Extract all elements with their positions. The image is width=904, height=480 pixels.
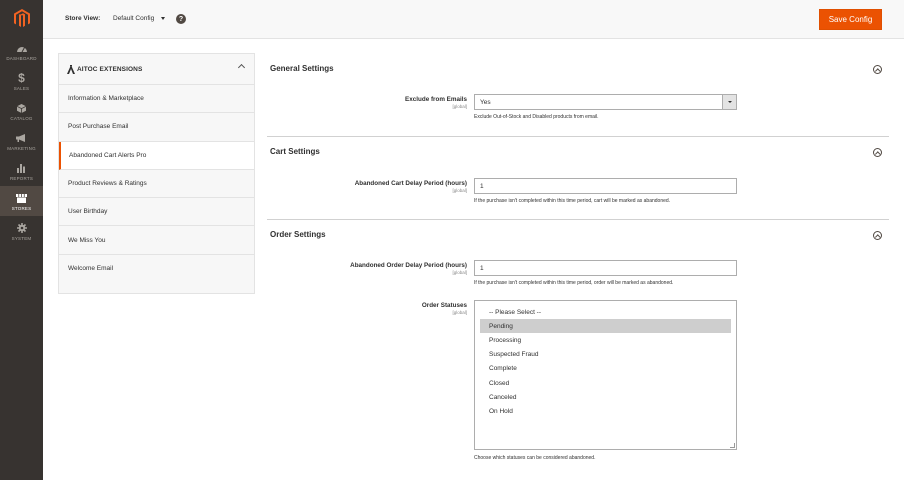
nav-item-stores[interactable]: STORES [0,186,43,216]
nav-label: MARKETING [7,145,36,151]
scope-label: [global] [452,270,467,275]
tab-information-marketplace[interactable]: Information & Marketplace [59,85,254,114]
store-view-switcher[interactable]: Default Config [113,15,166,22]
nav-item-sales[interactable]: $ SALES [0,66,43,96]
nav-label: REPORTS [9,175,34,181]
order-statuses-multiselect[interactable]: -- Please Select -- Pending Processing S… [474,300,737,450]
option-pending[interactable]: Pending [480,319,731,334]
section-title-cart[interactable]: Cart Settings [270,147,320,156]
tabs-group-header[interactable]: AITOC EXTENSIONS [59,54,254,85]
tab-product-reviews-ratings[interactable]: Product Reviews & Ratings [59,170,254,199]
group-title-text: AITOC EXTENSIONS [77,65,143,73]
exclude-from-emails-value: Yes [480,98,491,106]
nav-label: STORES [11,205,32,211]
chevron-down-icon [161,17,166,20]
exclude-from-emails-label: Exclude from Emails [405,96,467,103]
nav-item-dashboard[interactable]: DASHBOARD [0,36,43,66]
gear-icon [16,222,27,235]
order-delay-label: Abandoned Order Delay Period (hours) [350,262,467,269]
tab-post-purchase-email[interactable]: Post Purchase Email [59,113,254,142]
order-delay-note: If the purchase isn't completed within t… [474,280,674,286]
option-on-hold[interactable]: On Hold [480,404,731,418]
dashboard-icon [16,42,27,55]
scope-label: [global] [452,104,467,109]
section-divider [267,219,889,220]
option-processing[interactable]: Processing [480,333,731,347]
collapse-cart-icon[interactable] [873,148,882,157]
nav-label: SYSTEM [11,235,32,241]
nav-item-catalog[interactable]: CATALOG [0,96,43,126]
section-title-general[interactable]: General Settings [270,64,334,73]
store-icon [16,192,27,205]
store-view-label: Store View: [65,15,101,22]
help-icon[interactable]: ? [176,14,186,24]
tab-we-miss-you[interactable]: We Miss You [59,226,254,255]
select-arrow-icon [722,95,736,109]
bar-chart-icon [16,162,27,175]
chevron-up-icon[interactable] [237,63,246,72]
order-statuses-label: Order Statuses [421,302,467,309]
config-tabs: AITOC EXTENSIONS Information & Marketpla… [58,53,255,294]
option-closed[interactable]: Closed [480,376,731,390]
nav-item-reports[interactable]: REPORTS [0,156,43,186]
cart-delay-note: If the purchase isn't completed within t… [474,198,671,204]
group-title: AITOC EXTENSIONS [67,64,143,74]
tab-abandoned-cart-alerts-pro[interactable]: Abandoned Cart Alerts Pro [59,141,254,170]
option-canceled[interactable]: Canceled [480,390,731,404]
admin-nav: DASHBOARD $ SALES CATALOG MARKETING REPO… [0,0,43,480]
scope-label: [global] [452,310,467,315]
section-title-order[interactable]: Order Settings [270,230,326,239]
order-delay-input[interactable]: 1 [474,260,737,276]
order-statuses-note: Choose which statuses can be considered … [474,455,596,461]
save-config-button[interactable]: Save Config [819,9,882,30]
cart-delay-input[interactable]: 1 [474,178,737,194]
option-complete[interactable]: Complete [480,362,731,376]
cube-icon [17,102,26,115]
page-header: Store View: Default Config ? Save Config [43,0,904,39]
nav-label: CATALOG [10,115,33,121]
cart-delay-label: Abandoned Cart Delay Period (hours) [354,180,467,187]
scope-label: [global] [452,188,467,193]
nav-item-marketing[interactable]: MARKETING [0,126,43,156]
option-please-select[interactable]: -- Please Select -- [480,305,731,319]
nav-item-system[interactable]: SYSTEM [0,216,43,246]
option-suspected-fraud[interactable]: Suspected Fraud [480,348,731,362]
magento-logo-icon[interactable] [0,0,43,36]
resize-handle-icon[interactable] [730,443,735,448]
nav-label: DASHBOARD [6,55,37,61]
aitoc-logo-icon [67,64,75,74]
tab-welcome-email[interactable]: Welcome Email [59,255,254,283]
exclude-from-emails-note: Exclude Out-of-Stock and Disabled produc… [474,114,599,120]
collapse-general-icon[interactable] [873,65,882,74]
store-view-value: Default Config [113,15,155,22]
nav-label: SALES [13,85,30,91]
exclude-from-emails-select[interactable]: Yes [474,94,737,110]
tab-user-birthday[interactable]: User Birthday [59,198,254,227]
megaphone-icon [16,132,27,145]
dollar-icon: $ [18,71,25,85]
section-divider [267,136,889,137]
collapse-order-icon[interactable] [873,231,882,240]
